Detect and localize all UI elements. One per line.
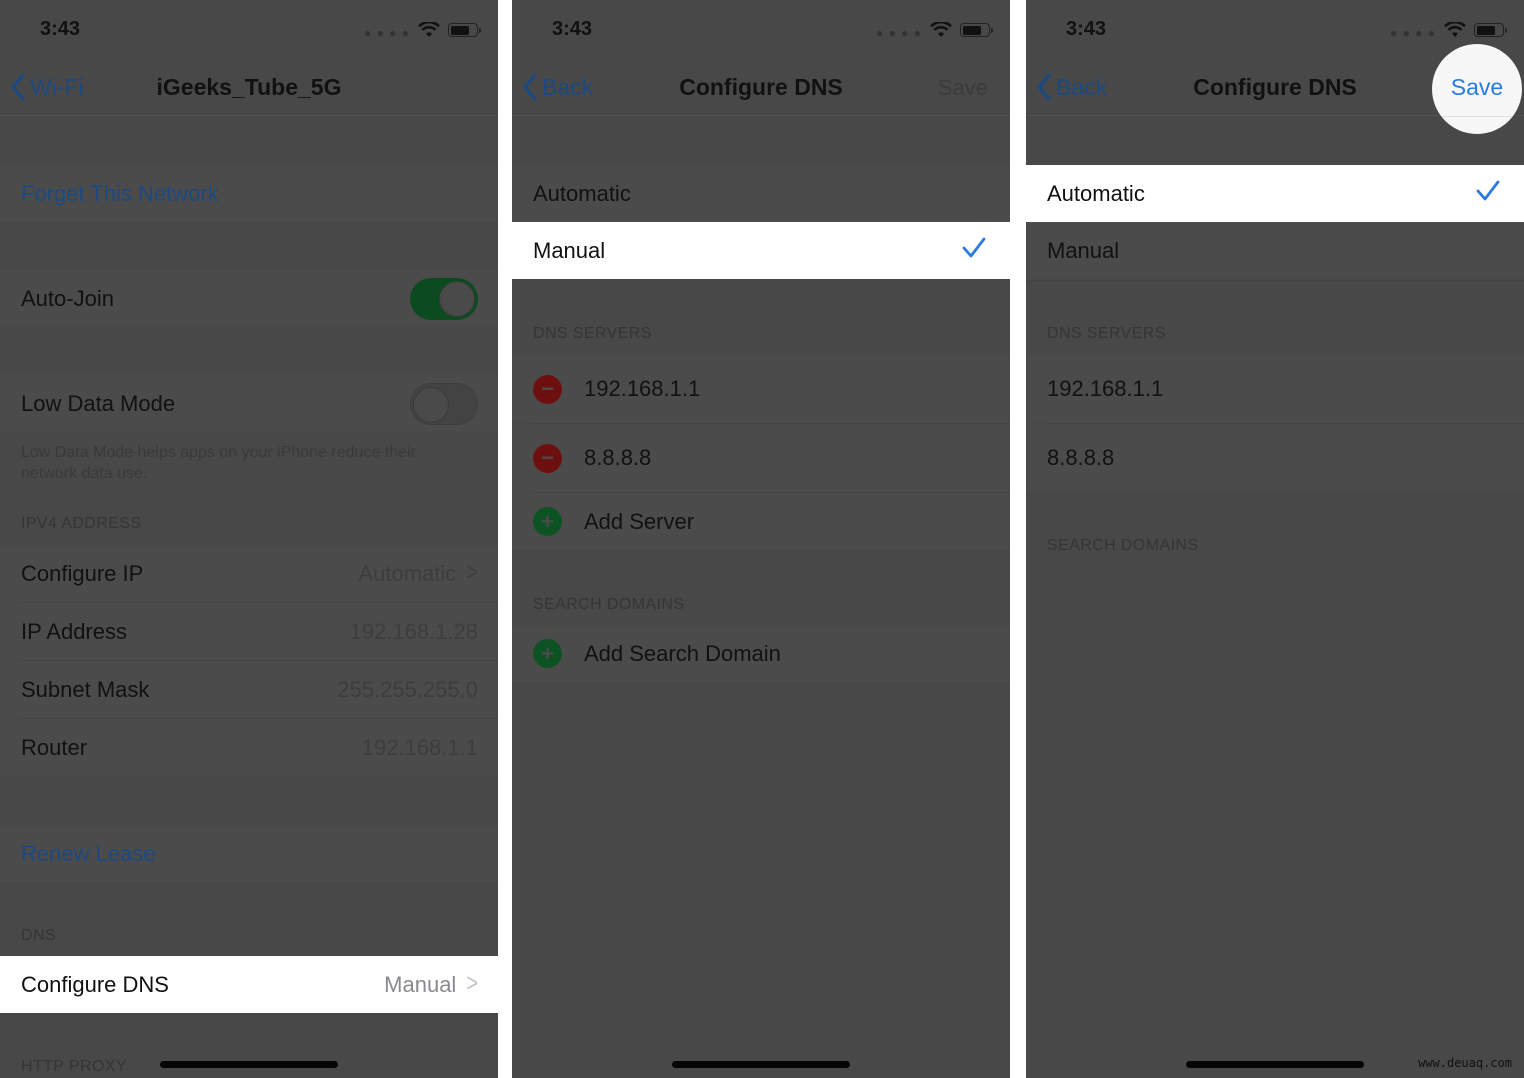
wifi-icon	[930, 22, 952, 37]
chevron-right-icon: >	[466, 558, 478, 588]
forget-network-button[interactable]: Forget This Network	[0, 165, 498, 222]
auto-join-toggle[interactable]	[410, 277, 478, 320]
home-indicator[interactable]	[1186, 1061, 1364, 1068]
chevron-right-icon: >	[466, 969, 478, 999]
add-server-button[interactable]: + Add Server	[512, 493, 1010, 550]
option-label: Manual	[1047, 237, 1120, 263]
save-button[interactable]: Save	[1432, 74, 1522, 101]
checkmark-icon	[962, 237, 986, 258]
server-address: 8.8.8.8	[1047, 445, 1115, 470]
row-label: Configure DNS	[21, 971, 169, 997]
battery-icon	[1474, 23, 1507, 37]
save-button[interactable]: Save	[938, 75, 988, 101]
low-data-mode-label: Low Data Mode	[21, 390, 176, 416]
status-time: 3:43	[40, 18, 81, 40]
renew-lease-button[interactable]: Renew Lease	[0, 825, 498, 882]
status-time: 3:43	[1066, 18, 1107, 40]
row-label: Configure IP	[21, 560, 144, 586]
search-domains-section-header: SEARCH DOMAINS	[533, 596, 685, 613]
server-address: 192.168.1.1	[584, 376, 701, 401]
dns-server-row: 192.168.1.1	[1026, 355, 1524, 423]
back-label: Back	[542, 73, 594, 100]
router-row: Router 192.168.1.1	[0, 719, 498, 776]
http-proxy-section-header: HTTP PROXY	[21, 1058, 127, 1075]
status-icons: ● ● ● ●	[876, 20, 993, 40]
cellular-dots-icon: ● ● ● ●	[876, 26, 922, 40]
back-label: Wi-Fi	[30, 73, 84, 100]
save-button-highlight[interactable]: Save	[1432, 44, 1522, 134]
auto-join-row: Auto-Join	[0, 270, 498, 327]
divider	[1432, 116, 1522, 117]
server-address: 192.168.1.1	[1047, 376, 1164, 401]
configure-ip-row[interactable]: Configure IP Automatic >	[0, 545, 498, 602]
dns-servers-section-header: DNS SERVERS	[1047, 325, 1166, 342]
cellular-dots-icon: ● ● ● ●	[1390, 26, 1436, 40]
dns-servers-section-header: DNS SERVERS	[533, 325, 652, 342]
dns-server-row: − 192.168.1.1	[512, 355, 1010, 423]
option-label: Manual	[533, 237, 606, 263]
checkmark-icon	[1476, 180, 1500, 201]
renew-lease-label: Renew Lease	[21, 840, 156, 866]
home-indicator[interactable]	[160, 1061, 338, 1068]
row-value: 192.168.1.28	[349, 618, 478, 644]
add-server-label: Add Server	[584, 508, 695, 534]
back-label: Back	[1056, 73, 1108, 100]
chevron-left-icon	[1037, 73, 1051, 101]
row-value: 255.255.255.0	[337, 676, 478, 702]
dns-option-automatic[interactable]: Automatic	[1026, 165, 1524, 222]
add-search-domain-label: Add Search Domain	[584, 640, 781, 666]
battery-icon	[960, 23, 993, 37]
chevron-left-icon	[523, 73, 537, 101]
ipv4-section-header: IPV4 ADDRESS	[21, 515, 142, 532]
dns-section-header: DNS	[21, 927, 56, 944]
home-indicator[interactable]	[672, 1061, 850, 1068]
watermark: www.deuaq.com	[1418, 1056, 1512, 1070]
cellular-dots-icon: ● ● ● ●	[364, 26, 410, 40]
back-button[interactable]: Back	[1036, 73, 1107, 101]
nav-bar: Wi-Fi iGeeks_Tube_5G	[0, 60, 498, 116]
configure-dns-row[interactable]: Configure DNS Manual >	[0, 956, 498, 1013]
auto-join-label: Auto-Join	[21, 285, 114, 311]
configure-dns-manual-screen: 3:43 ● ● ● ● Back Configure DNS Save Aut…	[512, 0, 1010, 1078]
server-address: 8.8.8.8	[584, 445, 652, 470]
status-icons: ● ● ● ●	[1390, 20, 1507, 40]
back-button[interactable]: Back	[522, 73, 593, 101]
dns-server-row: − 8.8.8.8	[512, 424, 1010, 492]
status-icons: ● ● ● ●	[364, 20, 481, 40]
add-icon: +	[533, 507, 562, 536]
dns-server-row: 8.8.8.8	[1026, 424, 1524, 492]
back-button[interactable]: Wi-Fi	[10, 73, 84, 101]
search-domains-section-header: SEARCH DOMAINS	[1047, 537, 1199, 554]
configure-dns-automatic-screen: 3:43 ● ● ● ● Back Configure DNS Save Aut…	[1026, 0, 1524, 1078]
dns-option-manual[interactable]: Manual	[512, 222, 1010, 279]
nav-bar: Back Configure DNS Save	[512, 60, 1010, 116]
delete-server-icon[interactable]: −	[533, 443, 562, 473]
delete-server-icon[interactable]: −	[533, 374, 562, 404]
battery-icon	[448, 23, 481, 37]
forget-network-label: Forget This Network	[21, 180, 219, 206]
dns-option-manual[interactable]: Manual	[1026, 222, 1524, 279]
chevron-left-icon	[11, 73, 25, 101]
wifi-icon	[1444, 22, 1466, 37]
wifi-network-details-screen: 3:43 ● ● ● ● Wi-Fi iGeeks_Tube_5G Forget…	[0, 0, 498, 1078]
subnet-mask-row: Subnet Mask 255.255.255.0	[0, 661, 498, 718]
low-data-mode-footer: Low Data Mode helps apps on your iPhone …	[21, 444, 416, 482]
option-label: Automatic	[533, 180, 631, 206]
row-value: Manual	[384, 971, 457, 997]
dns-option-automatic[interactable]: Automatic	[512, 165, 1010, 222]
ip-address-row: IP Address 192.168.1.28	[0, 603, 498, 660]
row-label: Router	[21, 734, 88, 760]
divider	[1026, 280, 1524, 281]
row-value: 192.168.1.1	[361, 734, 478, 760]
option-label: Automatic	[1047, 180, 1145, 206]
row-label: IP Address	[21, 618, 127, 644]
row-value: Automatic	[358, 560, 457, 586]
status-time: 3:43	[552, 18, 593, 40]
add-search-domain-button[interactable]: + Add Search Domain	[512, 625, 1010, 682]
low-data-mode-row: Low Data Mode	[0, 375, 498, 432]
low-data-mode-toggle[interactable]	[410, 382, 478, 425]
row-label: Subnet Mask	[21, 676, 150, 702]
wifi-icon	[418, 22, 440, 37]
add-icon: +	[533, 639, 562, 668]
